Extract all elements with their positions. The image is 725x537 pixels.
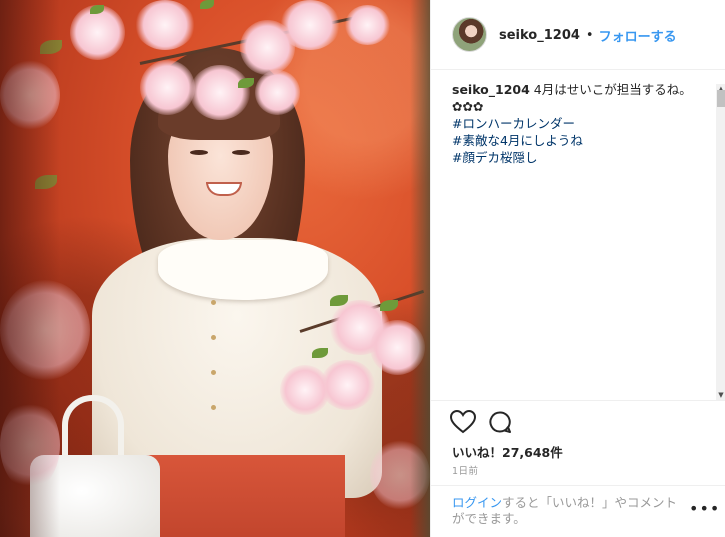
right-eye xyxy=(232,150,250,155)
hashtag-link[interactable]: #素敵な4月にしようね xyxy=(452,132,707,149)
post-actions: いいね！27,648件 1日前 xyxy=(431,400,725,485)
follow-button[interactable]: フォローする xyxy=(599,26,677,45)
caption-author-link[interactable]: seiko_1204 xyxy=(452,82,530,97)
user-row: seiko_1204 • フォローする xyxy=(499,26,677,45)
cherry-blossom xyxy=(190,65,250,120)
scroll-down-arrow[interactable]: ▼ xyxy=(716,390,725,400)
comments-scrollbar[interactable]: ▲ ▼ xyxy=(716,84,725,400)
login-prompt: ログインすると「いいね！」やコメントができます。 ••• xyxy=(431,485,725,537)
post-timestamp[interactable]: 1日前 xyxy=(452,463,479,477)
post-header: seiko_1204 • フォローする xyxy=(431,0,725,70)
scroll-thumb[interactable] xyxy=(717,90,725,107)
heart-icon[interactable] xyxy=(449,409,477,434)
cherry-blossom xyxy=(140,60,195,115)
post-caption: seiko_1204 4月はせいこが担当するね。✿✿✿ #ロンハーカレンダー #… xyxy=(452,81,707,166)
comment-icon[interactable] xyxy=(488,410,512,434)
post-photo[interactable] xyxy=(0,0,430,537)
cherry-blossom xyxy=(280,0,340,50)
photo-shadow xyxy=(0,0,60,537)
orange-skirt xyxy=(135,455,345,537)
cherry-blossom xyxy=(320,360,375,410)
photo-edge xyxy=(410,0,430,537)
username-link[interactable]: seiko_1204 xyxy=(499,28,580,43)
avatar[interactable] xyxy=(452,17,487,52)
cherry-blossom xyxy=(135,0,195,50)
cherry-blossom xyxy=(345,5,390,45)
likes-count[interactable]: いいね！27,648件 xyxy=(452,442,563,461)
hashtag-link[interactable]: #ロンハーカレンダー xyxy=(452,115,707,132)
blouse-buttons xyxy=(211,300,216,440)
post-side-panel: seiko_1204 • フォローする seiko_1204 4月はせいこが担当… xyxy=(430,0,725,537)
hashtag-link[interactable]: #顔デカ桜隠し xyxy=(452,149,707,166)
more-options-icon[interactable]: ••• xyxy=(689,499,720,518)
left-eye xyxy=(190,150,208,155)
comments-area: seiko_1204 4月はせいこが担当するね。✿✿✿ #ロンハーカレンダー #… xyxy=(431,71,716,399)
blouse-collar xyxy=(158,240,328,300)
separator-dot: • xyxy=(585,28,594,43)
login-text: ログインすると「いいね！」やコメントができます。 xyxy=(452,495,687,527)
cherry-blossom xyxy=(255,70,300,115)
login-link[interactable]: ログイン xyxy=(452,495,502,510)
